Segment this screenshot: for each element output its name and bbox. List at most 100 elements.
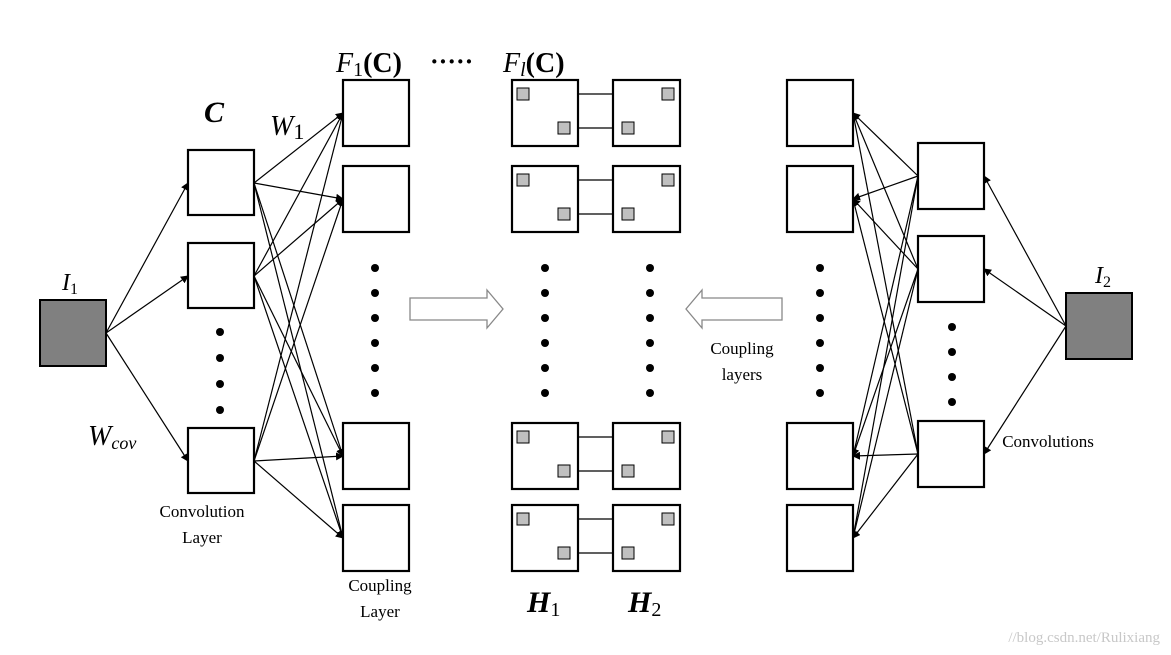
coupling-layer-box-left — [341, 78, 411, 148]
label-w1: W1 — [270, 111, 304, 144]
ellipsis-dot — [816, 364, 824, 372]
coupling-layer-box-right — [785, 164, 855, 234]
feature-point — [516, 430, 530, 444]
ellipsis-dot — [371, 289, 379, 297]
label-convolutions: Convolutions — [1002, 432, 1094, 451]
ellipsis-dot — [816, 314, 824, 322]
network-diagram: I1 I2 C W1 Wcov F1(C) ····· Fl(C) H1 H2 … — [39, 47, 1160, 646]
conv-layer-box-right — [916, 234, 986, 304]
ellipsis-dot — [948, 348, 956, 356]
ellipsis-dot — [646, 364, 654, 372]
label-f1c: F1(C) — [335, 48, 402, 81]
ellipsis-dot — [948, 398, 956, 406]
label-coupling-layers-1: Coupling — [710, 339, 774, 358]
feature-point — [516, 87, 530, 101]
ellipsis-dot — [816, 339, 824, 347]
ellipsis-dot — [646, 389, 654, 397]
edge-conv-to-coupling — [253, 275, 344, 457]
edge-i1-to-conv — [105, 182, 189, 334]
feature-point — [557, 121, 571, 135]
diagram: I1 I2 C W1 Wcov F1(C) ····· Fl(C) H1 H2 … — [0, 0, 1171, 655]
conv-layer-box-right — [916, 141, 986, 211]
label-coupling-layers-2: layers — [722, 365, 763, 384]
feature-point — [621, 207, 635, 221]
label-flc: Fl(C) — [502, 48, 565, 81]
right-hollow-arrow — [409, 288, 504, 330]
watermark: //blog.csdn.net/Rulixiang — [1008, 630, 1160, 646]
edge-conv-to-coupling — [851, 268, 919, 457]
edge-i1-to-conv — [105, 275, 189, 334]
conv-layer-box-right — [916, 419, 986, 489]
ellipsis-dot — [646, 289, 654, 297]
ellipsis-dot — [216, 354, 224, 362]
conv-layer-box-left — [186, 148, 256, 217]
ellipsis-dot — [646, 264, 654, 272]
label-c: C — [204, 96, 225, 129]
ellipsis-dot — [216, 328, 224, 336]
label-coupling-layer-2: Layer — [360, 602, 400, 621]
feature-point — [661, 87, 675, 101]
edge-conv-to-coupling — [852, 451, 919, 460]
edge-conv-to-coupling — [253, 182, 345, 457]
edge-conv-to-coupling — [850, 175, 919, 539]
feature-point — [661, 430, 675, 444]
edge-conv-to-coupling — [852, 175, 919, 201]
feature-point — [621, 546, 635, 560]
ellipsis-dot — [371, 389, 379, 397]
label-f-dots: ····· — [430, 47, 473, 76]
ellipsis-dot — [216, 406, 224, 414]
ellipsis-dot — [371, 364, 379, 372]
ellipsis-dot — [216, 380, 224, 388]
feature-point — [557, 464, 571, 478]
ellipsis-dot — [948, 323, 956, 331]
ellipsis-dot — [948, 373, 956, 381]
ellipsis-dot — [541, 364, 549, 372]
edge-conv-to-coupling — [253, 182, 344, 202]
ellipsis-dot — [541, 339, 549, 347]
conv-layer-box-left — [186, 241, 256, 310]
feature-point — [621, 464, 635, 478]
ellipsis-dot — [816, 289, 824, 297]
coupling-layer-box-right — [785, 421, 855, 491]
edge-i2-to-conv — [983, 268, 1067, 327]
feature-point — [621, 121, 635, 135]
coupling-layer-box-left — [341, 421, 411, 491]
conv-layer-box-left — [186, 426, 256, 495]
ellipsis-dot — [816, 389, 824, 397]
label-h2: H2 — [627, 586, 661, 621]
input-image-i2 — [1065, 292, 1133, 360]
feature-point — [557, 207, 571, 221]
coupling-layer-box-right — [785, 503, 855, 573]
edge-conv-to-coupling — [852, 112, 919, 270]
edge-conv-to-coupling — [253, 182, 346, 539]
ellipsis-dot — [541, 389, 549, 397]
feature-point — [661, 512, 675, 526]
label-coupling-layer-1: Coupling — [348, 576, 412, 595]
coupling-layer-box-left — [341, 164, 411, 234]
feature-point — [516, 512, 530, 526]
label-wcov: Wcov — [88, 421, 136, 453]
feature-point — [557, 546, 571, 560]
label-convolution-layer-2: Layer — [182, 528, 222, 547]
ellipsis-dot — [541, 314, 549, 322]
nodes — [186, 78, 986, 573]
ellipsis-dot — [646, 339, 654, 347]
ellipsis-dot — [541, 264, 549, 272]
ellipsis-dot — [646, 314, 654, 322]
left-hollow-arrow — [685, 288, 783, 330]
label-convolution-layer-1: Convolution — [159, 502, 245, 521]
edge-i2-to-conv — [983, 175, 1067, 327]
coupling-layer-box-left — [341, 503, 411, 573]
edge-conv-to-coupling — [253, 452, 344, 462]
ellipsis-dot — [371, 339, 379, 347]
feature-point — [661, 173, 675, 187]
edge-conv-to-coupling — [852, 198, 919, 270]
ellipsis-dot — [371, 264, 379, 272]
coupling-layer-box-right — [785, 78, 855, 148]
label-h1: H1 — [526, 586, 560, 621]
label-i1: I1 — [61, 270, 78, 298]
ellipsis-dot — [816, 264, 824, 272]
ellipsis-dot — [371, 314, 379, 322]
input-image-i1 — [39, 299, 107, 367]
ellipsis-dot — [541, 289, 549, 297]
